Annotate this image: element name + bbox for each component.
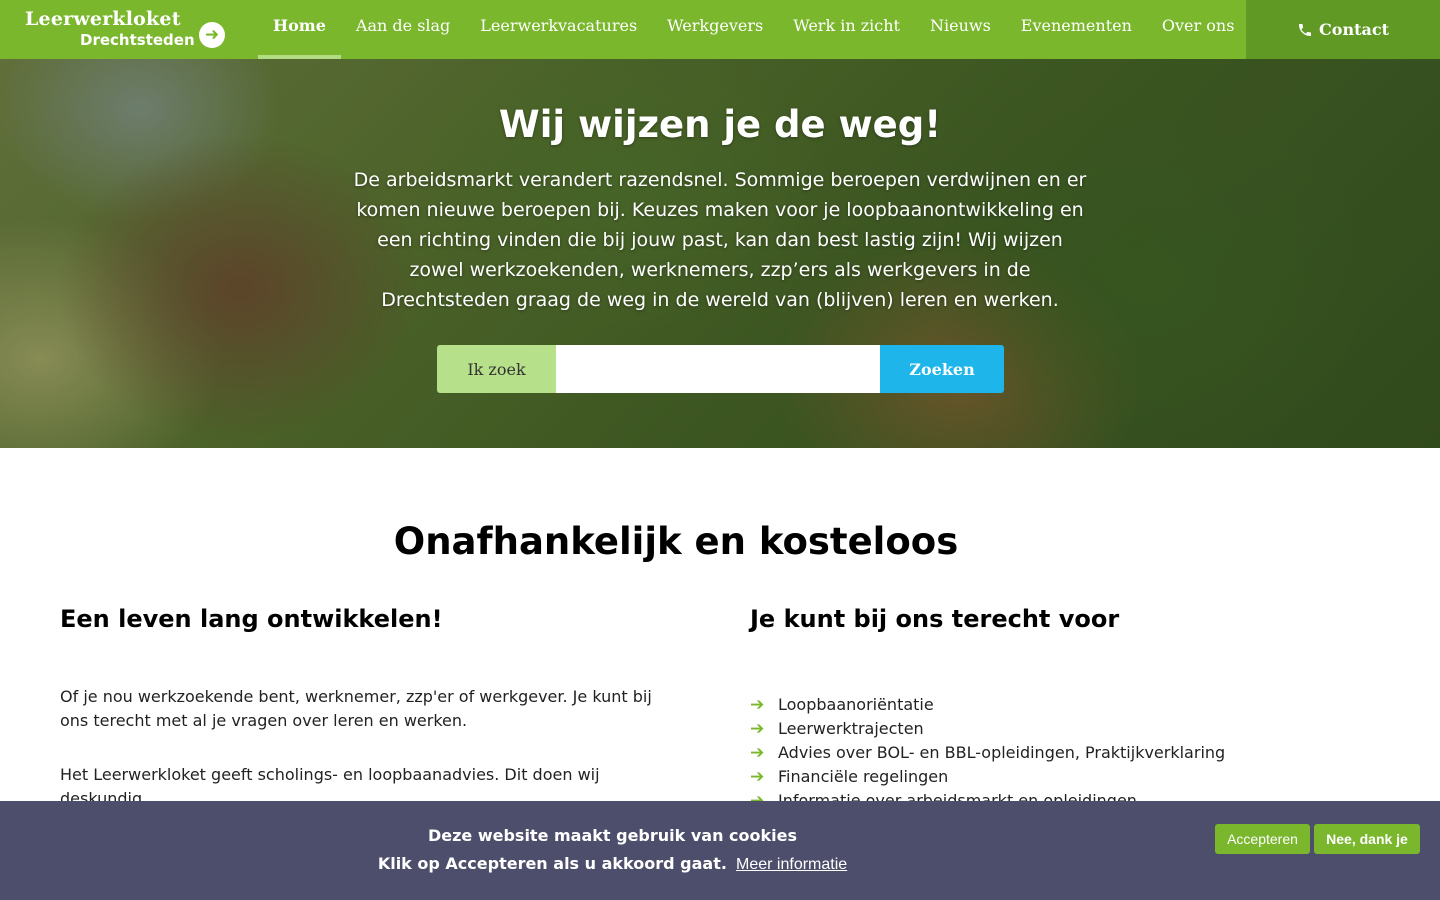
cookie-banner: Deze website maakt gebruik van cookies K… [0, 801, 1440, 900]
arrow-right-icon: ➔ [750, 743, 765, 763]
hero-banner: Wij wijzen je de weg! De arbeidsmarkt ve… [0, 59, 1440, 448]
services-list: ➔ Loopbaanoriëntatie ➔ Leerwerktrajecten ➔… [750, 693, 1370, 813]
list-item: ➔ Financiële regelingen [750, 765, 1370, 789]
cookie-title: Deze website maakt gebruik van cookies [427, 826, 798, 845]
nav-item-werkgevers[interactable]: Werkgevers [652, 0, 778, 59]
brand-title: Leerwerkloket [25, 8, 181, 30]
search-input[interactable] [556, 345, 880, 393]
nav-item-over-ons[interactable]: Over ons [1147, 0, 1250, 59]
left-paragraph-1: Of je nou werkzoekende bent, werknemer, … [60, 687, 652, 730]
list-item-label: Loopbaanoriëntatie [778, 695, 934, 714]
brand-logo[interactable]: Leerwerkloket Drechtsteden ➜ [0, 0, 258, 59]
arrow-right-icon: ➔ [750, 767, 765, 787]
cookie-instruction: Klik op Accepteren als u akkoord gaat. [377, 854, 727, 873]
right-heading: Je kunt bij ons terecht voor [750, 605, 1120, 633]
left-heading: Een leven lang ontwikkelen! [60, 605, 443, 633]
search-form: Ik zoek Zoeken [437, 345, 1004, 393]
decline-cookies-button[interactable]: Nee, dank je [1314, 824, 1420, 854]
list-item: ➔ Advies over BOL- en BBL-opleidingen, Pr… [750, 741, 1370, 765]
nav-item-werk-in-zicht[interactable]: Werk in zicht [778, 0, 915, 59]
nav-item-aan-de-slag[interactable]: Aan de slag [341, 0, 465, 59]
arrow-right-icon: ➔ [750, 719, 765, 739]
nav-item-leerwerkvacatures[interactable]: Leerwerkvacatures [465, 0, 652, 59]
accept-cookies-button[interactable]: Accepteren [1215, 824, 1310, 854]
list-item: ➔ Loopbaanoriëntatie [750, 693, 1370, 717]
nav-item-nieuws[interactable]: Nieuws [915, 0, 1006, 59]
hero-title: Wij wijzen je de weg! [498, 103, 942, 146]
top-navbar: Leerwerkloket Drechtsteden ➜ Home Aan de… [0, 0, 1440, 59]
list-item-label: Leerwerktrajecten [778, 719, 924, 738]
arrow-right-circle-icon: ➜ [199, 22, 225, 48]
cookie-message: Klik op Accepteren als u akkoord gaat. M… [0, 854, 1225, 874]
search-label: Ik zoek [437, 345, 556, 393]
list-item: ➔ Leerwerktrajecten [750, 717, 1370, 741]
list-item-label: Advies over BOL- en BBL-opleidingen, Pra… [778, 743, 1226, 762]
phone-icon [1299, 23, 1312, 36]
main-nav: Home Aan de slag Leerwerkvacatures Werkg… [258, 0, 1249, 59]
section-title: Onafhankelijk en kosteloos [393, 520, 959, 563]
nav-item-evenementen[interactable]: Evenementen [1006, 0, 1147, 59]
right-column: Je kunt bij ons terecht voor ➔ Loopbaanor… [750, 605, 1370, 813]
arrow-right-icon: ➔ [750, 695, 765, 715]
hero-intro-text: De arbeidsmarkt verandert razendsnel. So… [353, 169, 1087, 311]
list-item-label: Financiële regelingen [778, 767, 949, 786]
brand-subtitle: Drechtsteden [80, 31, 195, 49]
search-button[interactable]: Zoeken [880, 345, 1004, 393]
more-info-link[interactable]: Meer informatie [736, 856, 847, 873]
nav-item-home[interactable]: Home [258, 0, 341, 59]
contact-label: Contact [1319, 20, 1389, 39]
contact-button[interactable]: Contact [1246, 0, 1440, 59]
